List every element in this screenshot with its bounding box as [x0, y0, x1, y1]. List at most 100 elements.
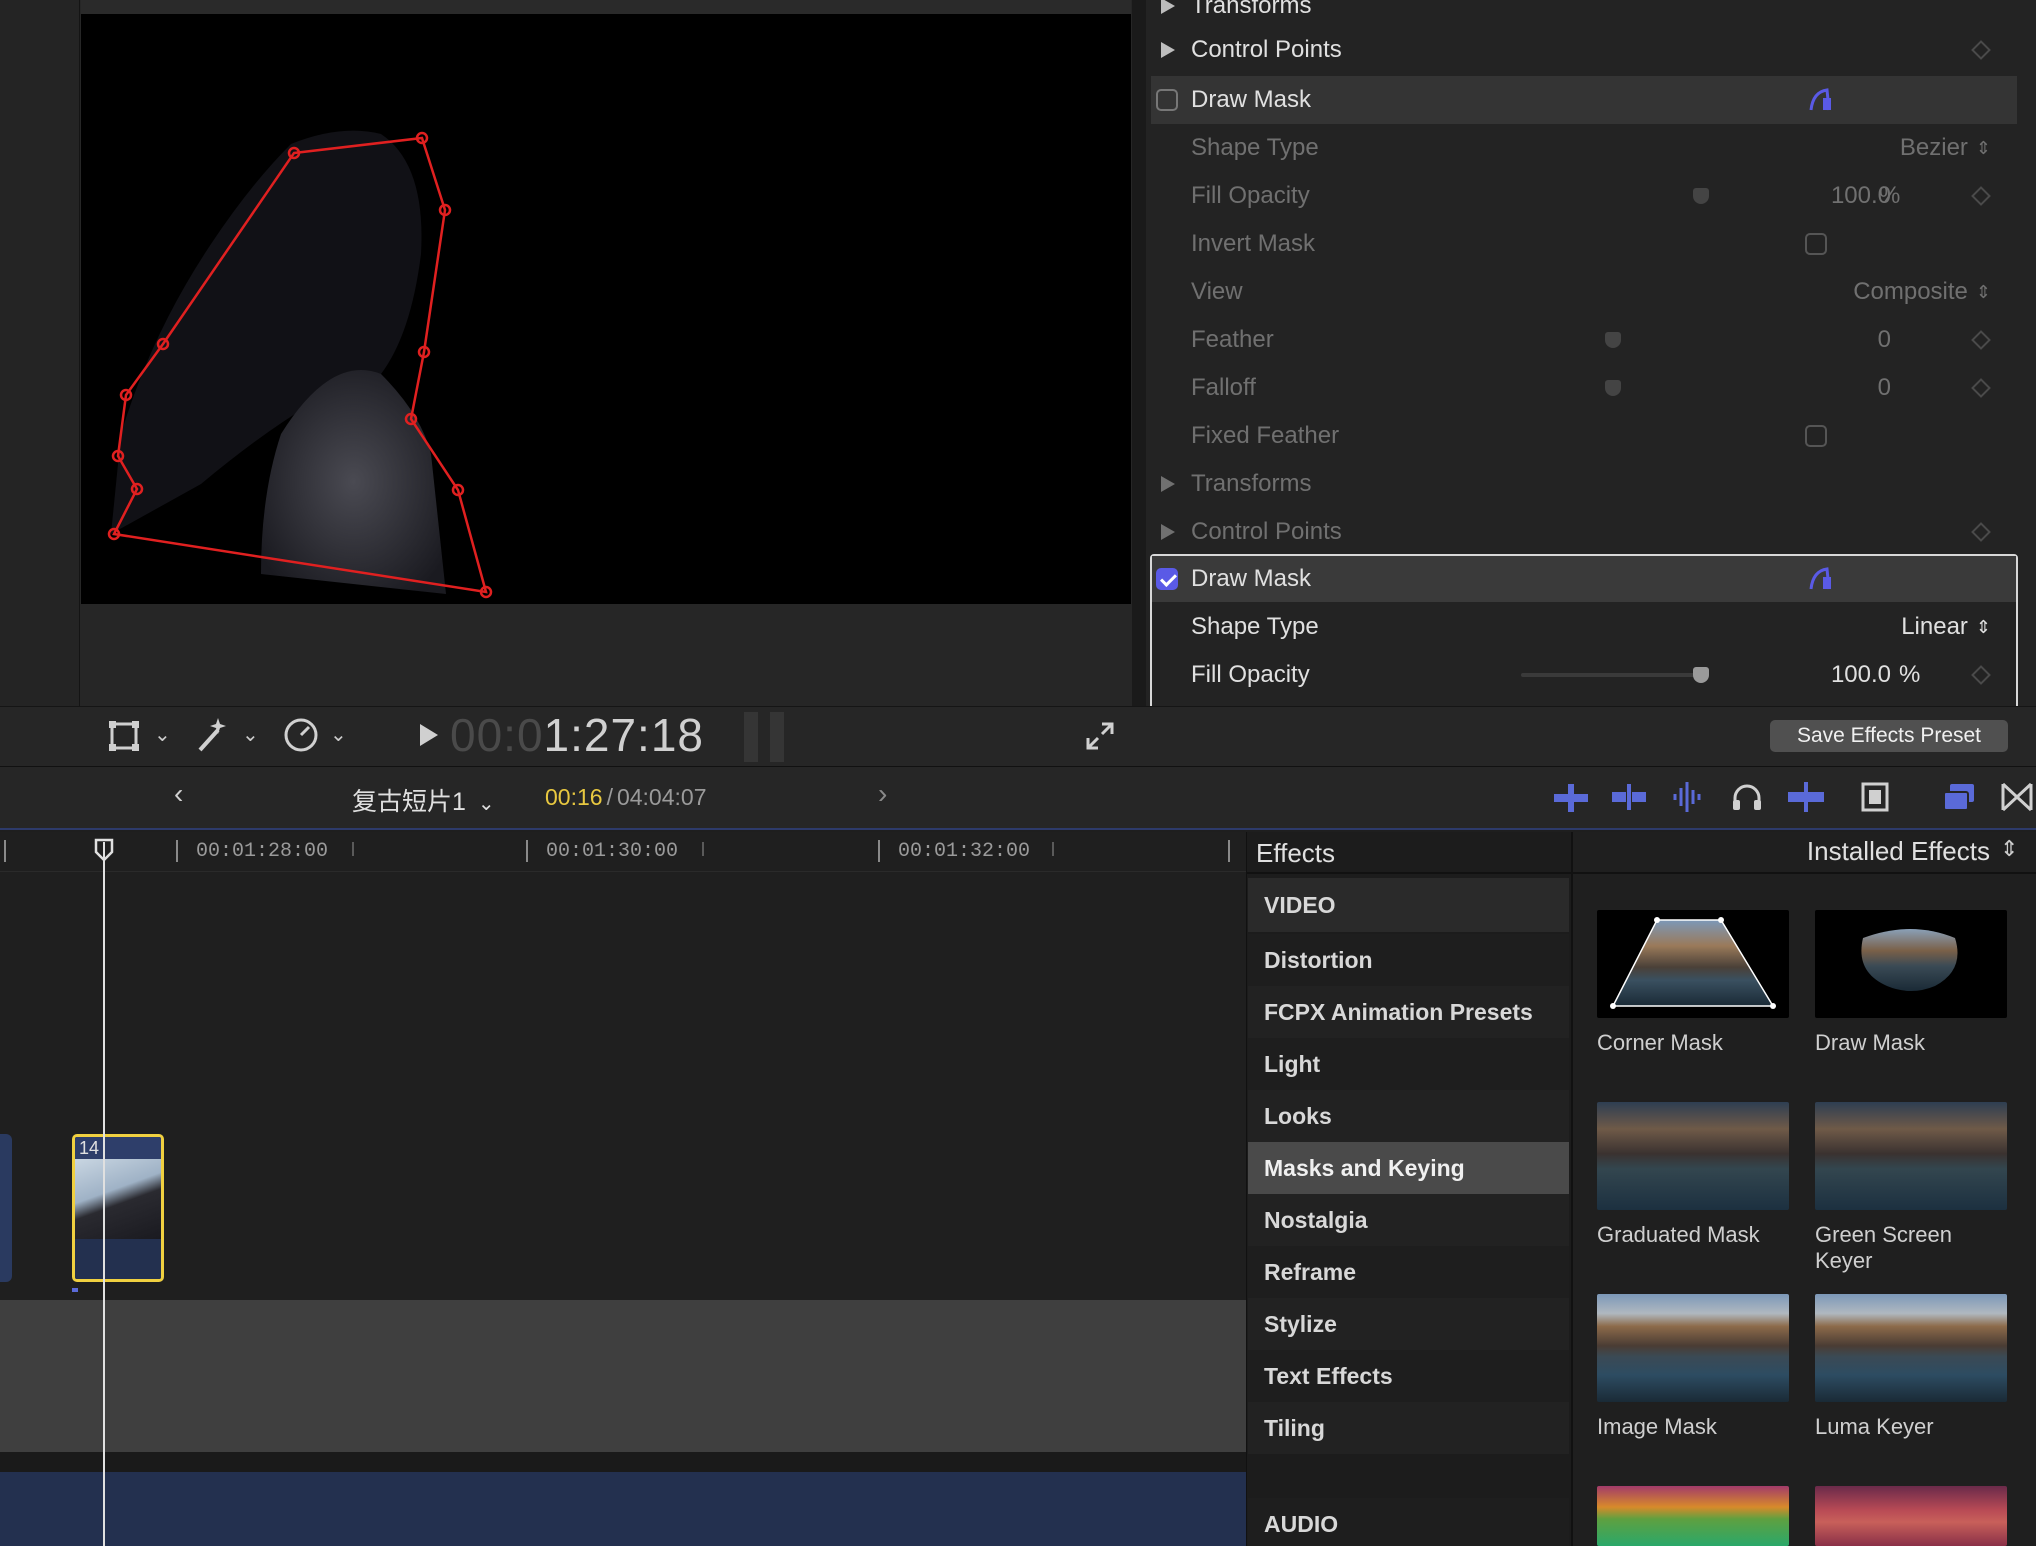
effect-thumbnail-partial[interactable] — [1597, 1486, 1789, 1546]
effect-label: Green Screen Keyer — [1815, 1222, 1952, 1273]
shape-type-popup[interactable]: Bezier ⇕ — [1711, 134, 1991, 162]
chevron-down-icon[interactable]: ⌄ — [330, 722, 347, 747]
effect-thumbnail-partial[interactable] — [1815, 1486, 2007, 1546]
transitions-icon[interactable] — [2000, 780, 2034, 814]
project-name[interactable]: 复古短片1 ⌄ — [352, 782, 495, 818]
control-points-row-2[interactable]: Control Points — [1151, 508, 2017, 556]
draw-mask-thumbnail[interactable] — [1815, 910, 2007, 1018]
disclosure-triangle-icon[interactable] — [1161, 476, 1175, 492]
slider-knob[interactable] — [1605, 332, 1621, 348]
category-reframe[interactable]: Reframe — [1248, 1246, 1569, 1298]
playhead[interactable] — [103, 842, 105, 1546]
slider-knob[interactable] — [1693, 667, 1709, 683]
fullscreen-icon[interactable] — [1084, 720, 1116, 752]
enable-checkbox[interactable] — [1156, 89, 1178, 111]
audio-lane[interactable] — [0, 1300, 1246, 1452]
corner-mask-thumbnail[interactable] — [1597, 910, 1789, 1018]
green-screen-keyer-thumbnail[interactable] — [1815, 1102, 2007, 1210]
shape-type-popup[interactable]: Linear ⇕ — [1711, 613, 1991, 641]
forward-arrow-icon[interactable]: › — [878, 778, 887, 810]
category-stylize[interactable]: Stylize — [1248, 1298, 1569, 1350]
control-points-row[interactable]: Control Points — [1151, 26, 2017, 74]
view-popup[interactable]: Composite ⇕ — [1651, 278, 1991, 306]
disclosure-triangle-icon[interactable] — [1161, 0, 1175, 14]
category-audio-header[interactable]: AUDIO — [1248, 1498, 1569, 1546]
updown-chevron-icon: ⇕ — [1975, 617, 1991, 638]
image-mask-thumbnail[interactable] — [1597, 1294, 1789, 1402]
pane-divider[interactable] — [1132, 0, 1146, 706]
draw-mask-row-2[interactable]: Draw Mask — [1151, 555, 2017, 603]
slider-knob[interactable] — [1605, 380, 1621, 396]
category-tiling[interactable]: Tiling — [1248, 1402, 1569, 1454]
category-distortion[interactable]: Distortion — [1248, 934, 1569, 986]
category-masks-and-keying[interactable]: Masks and Keying — [1248, 1142, 1569, 1194]
percent-unit: % — [1879, 182, 1901, 209]
shape-type-value: Linear — [1901, 613, 1968, 640]
previous-clip[interactable] — [0, 1134, 12, 1282]
updown-chevron-icon: ⇕ — [1975, 138, 1991, 159]
film-strip-icon[interactable] — [1860, 780, 1890, 814]
skimming-icon[interactable] — [1786, 780, 1826, 814]
draw-mask-preview — [1861, 929, 1958, 991]
fill-opacity-value[interactable]: 100.0 — [1711, 661, 1891, 689]
category-fcpx-animation-presets[interactable]: FCPX Animation Presets — [1248, 986, 1569, 1038]
keyframe-diamond-icon[interactable] — [1971, 522, 1991, 542]
browser-toggle-icon[interactable] — [1942, 780, 1978, 814]
ruler-tick — [176, 840, 178, 862]
keyframe-diamond-icon[interactable] — [1971, 40, 1991, 60]
audio-skimming-icon[interactable] — [1670, 780, 1708, 814]
chevron-down-icon[interactable]: ⌄ — [154, 722, 171, 747]
selected-clip[interactable]: 14 — [72, 1134, 164, 1282]
keyframe-diamond-icon[interactable] — [1971, 186, 1991, 206]
fill-opacity-slider[interactable] — [1521, 673, 1701, 677]
mask-shape-icon[interactable] — [1807, 86, 1835, 114]
ruler-timecode: 00:01:28:00 — [196, 840, 329, 863]
keyframe-diamond-icon[interactable] — [1971, 378, 1991, 398]
ruler-timecode: 00:01:30:00 — [546, 840, 679, 863]
ruler-tick — [526, 840, 528, 862]
audio-clip[interactable] — [0, 1472, 1246, 1546]
mask-shape-icon[interactable] — [1807, 565, 1835, 593]
divider — [1246, 872, 1571, 874]
transform-icon[interactable] — [106, 718, 142, 754]
keyframe-diamond-icon[interactable] — [1971, 665, 1991, 685]
filter-label: Installed Effects — [1806, 836, 1990, 866]
speedometer-icon[interactable] — [282, 716, 320, 754]
effects-title: Effects — [1256, 838, 1336, 868]
disclosure-triangle-icon[interactable] — [1161, 42, 1175, 58]
feather-value[interactable]: 0 — [1811, 326, 1891, 354]
category-nostalgia[interactable]: Nostalgia — [1248, 1194, 1569, 1246]
back-arrow-icon[interactable]: ‹ — [174, 778, 183, 810]
category-looks[interactable]: Looks — [1248, 1090, 1569, 1142]
invert-mask-checkbox[interactable] — [1805, 233, 1827, 255]
category-text-effects[interactable]: Text Effects — [1248, 1350, 1569, 1402]
falloff-value[interactable]: 0 — [1811, 374, 1891, 402]
magic-wand-icon[interactable] — [192, 716, 232, 754]
fixed-feather-checkbox[interactable] — [1805, 425, 1827, 447]
solo-headphones-icon[interactable] — [1730, 780, 1764, 814]
keyframe-diamond-icon[interactable] — [1971, 330, 1991, 350]
playhead-handle-icon[interactable] — [94, 838, 114, 862]
fill-opacity-value[interactable]: 100.0 — [1711, 182, 1891, 210]
save-effects-preset-button[interactable]: Save Effects Preset — [1770, 720, 2008, 752]
category-video-header[interactable]: VIDEO — [1248, 878, 1569, 932]
chevron-down-icon[interactable]: ⌄ — [242, 722, 259, 747]
slider-knob[interactable] — [1693, 188, 1709, 204]
video-frame[interactable] — [81, 14, 1131, 604]
row-label: Transforms — [1191, 470, 1312, 497]
installed-effects-popup[interactable]: Installed Effects — [1780, 836, 1990, 867]
clip-audio — [75, 1239, 161, 1279]
graduated-mask-thumbnail[interactable] — [1597, 1102, 1789, 1210]
updown-chevron-icon[interactable]: ⇕ — [2000, 836, 2018, 862]
enable-checkbox-checked[interactable] — [1156, 568, 1178, 590]
category-light[interactable]: Light — [1248, 1038, 1569, 1090]
snapping-icon[interactable] — [1610, 780, 1648, 814]
play-icon[interactable] — [416, 722, 440, 748]
clip-appearance-icon[interactable] — [1552, 780, 1590, 814]
disclosure-triangle-icon[interactable] — [1161, 524, 1175, 540]
timecode-display[interactable]: 00:01:27:18 — [450, 708, 704, 762]
draw-mask-row-1[interactable]: Draw Mask — [1151, 76, 2017, 124]
transforms-row[interactable]: Transforms — [1151, 460, 2017, 508]
timeline-position: 00:16/04:04:07 — [545, 784, 706, 811]
luma-keyer-thumbnail[interactable] — [1815, 1294, 2007, 1402]
